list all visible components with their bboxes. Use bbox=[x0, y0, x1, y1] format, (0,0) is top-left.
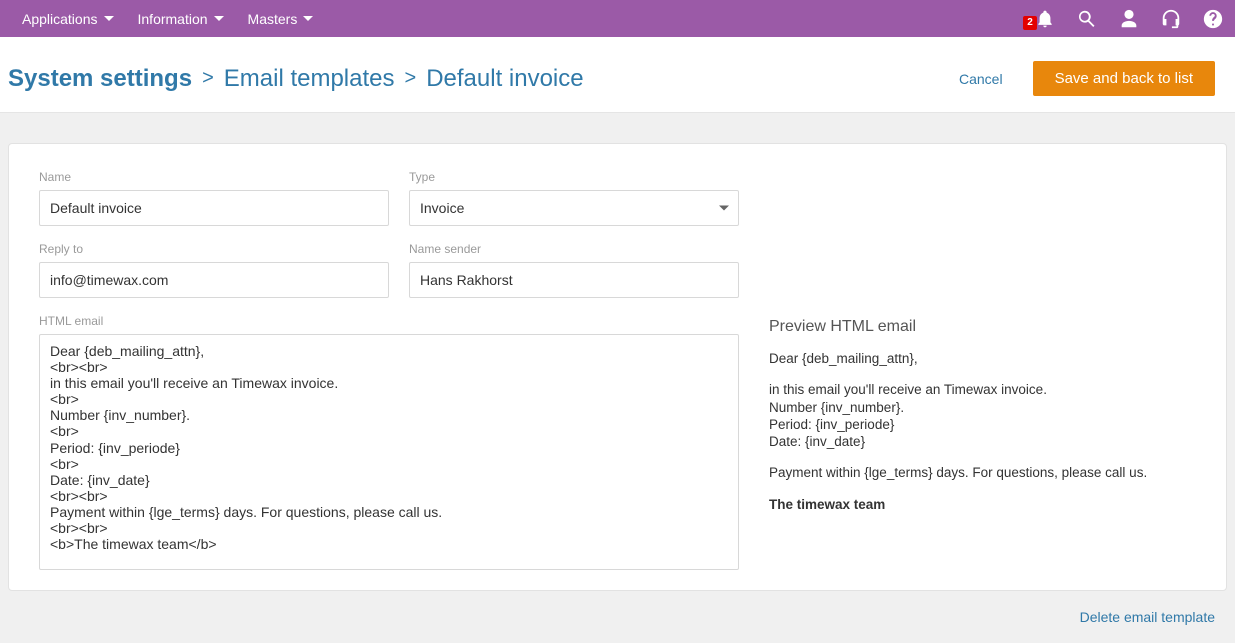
breadcrumb-root[interactable]: System settings bbox=[8, 65, 192, 93]
bell-icon bbox=[1033, 7, 1057, 31]
preview-title: Preview HTML email bbox=[769, 318, 1196, 336]
content-area: Name Type Reply to Name sender bbox=[0, 113, 1235, 591]
reply-to-label: Reply to bbox=[39, 242, 389, 256]
nav-left: Applications Information Masters bbox=[12, 5, 323, 33]
preview-line: Dear {deb_mailing_attn}, bbox=[769, 350, 1196, 367]
breadcrumb: System settings > Email templates > Defa… bbox=[8, 65, 584, 93]
nav-right: 2 bbox=[1023, 7, 1225, 31]
html-email-textarea[interactable] bbox=[39, 334, 739, 570]
top-nav: Applications Information Masters 2 bbox=[0, 0, 1235, 37]
html-email-label: HTML email bbox=[39, 314, 739, 328]
preview-line: in this email you'll receive an Timewax … bbox=[769, 381, 1196, 398]
nav-applications[interactable]: Applications bbox=[12, 5, 124, 33]
help-button[interactable] bbox=[1201, 7, 1225, 31]
headset-icon bbox=[1160, 8, 1182, 30]
user-icon bbox=[1118, 8, 1140, 30]
search-icon bbox=[1076, 8, 1098, 30]
nav-applications-label: Applications bbox=[22, 11, 98, 27]
sender-input[interactable] bbox=[409, 262, 739, 298]
reply-to-field-group: Reply to bbox=[39, 242, 389, 298]
search-button[interactable] bbox=[1075, 7, 1099, 31]
chevron-down-icon bbox=[214, 16, 224, 21]
sender-label: Name sender bbox=[409, 242, 739, 256]
page-header: System settings > Email templates > Defa… bbox=[0, 37, 1235, 113]
type-label: Type bbox=[409, 170, 739, 184]
nav-masters-label: Masters bbox=[248, 11, 298, 27]
cancel-button[interactable]: Cancel bbox=[959, 71, 1003, 87]
form-card: Name Type Reply to Name sender bbox=[8, 143, 1227, 591]
sender-field-group: Name sender bbox=[409, 242, 739, 298]
nav-masters[interactable]: Masters bbox=[238, 5, 324, 33]
save-button[interactable]: Save and back to list bbox=[1033, 61, 1215, 96]
type-field-group: Type bbox=[409, 170, 739, 226]
preview-panel: Preview HTML email Dear {deb_mailing_att… bbox=[769, 314, 1196, 570]
preview-line: Payment within {lge_terms} days. For que… bbox=[769, 464, 1196, 481]
name-label: Name bbox=[39, 170, 389, 184]
footer: Delete email template bbox=[0, 591, 1235, 627]
preview-signature: The timewax team bbox=[769, 497, 885, 512]
breadcrumb-separator: > bbox=[192, 67, 224, 90]
header-actions: Cancel Save and back to list bbox=[959, 61, 1227, 96]
chevron-down-icon bbox=[104, 16, 114, 21]
name-input[interactable] bbox=[39, 190, 389, 226]
type-select[interactable] bbox=[409, 190, 739, 226]
html-email-group: HTML email bbox=[39, 314, 739, 570]
reply-to-input[interactable] bbox=[39, 262, 389, 298]
chevron-down-icon bbox=[303, 16, 313, 21]
breadcrumb-separator: > bbox=[395, 67, 427, 90]
nav-information[interactable]: Information bbox=[128, 5, 234, 33]
user-button[interactable] bbox=[1117, 7, 1141, 31]
preview-line: Date: {inv_date} bbox=[769, 433, 1196, 450]
notifications-button[interactable]: 2 bbox=[1023, 7, 1057, 31]
delete-template-link[interactable]: Delete email template bbox=[1080, 609, 1215, 625]
preview-line: Period: {inv_periode} bbox=[769, 416, 1196, 433]
support-button[interactable] bbox=[1159, 7, 1183, 31]
breadcrumb-templates[interactable]: Email templates bbox=[224, 65, 395, 93]
preview-body: Dear {deb_mailing_attn}, in this email y… bbox=[769, 350, 1196, 513]
breadcrumb-leaf: Default invoice bbox=[426, 65, 583, 93]
help-icon bbox=[1202, 8, 1224, 30]
name-field-group: Name bbox=[39, 170, 389, 226]
preview-line: Number {inv_number}. bbox=[769, 399, 1196, 416]
nav-information-label: Information bbox=[138, 11, 208, 27]
